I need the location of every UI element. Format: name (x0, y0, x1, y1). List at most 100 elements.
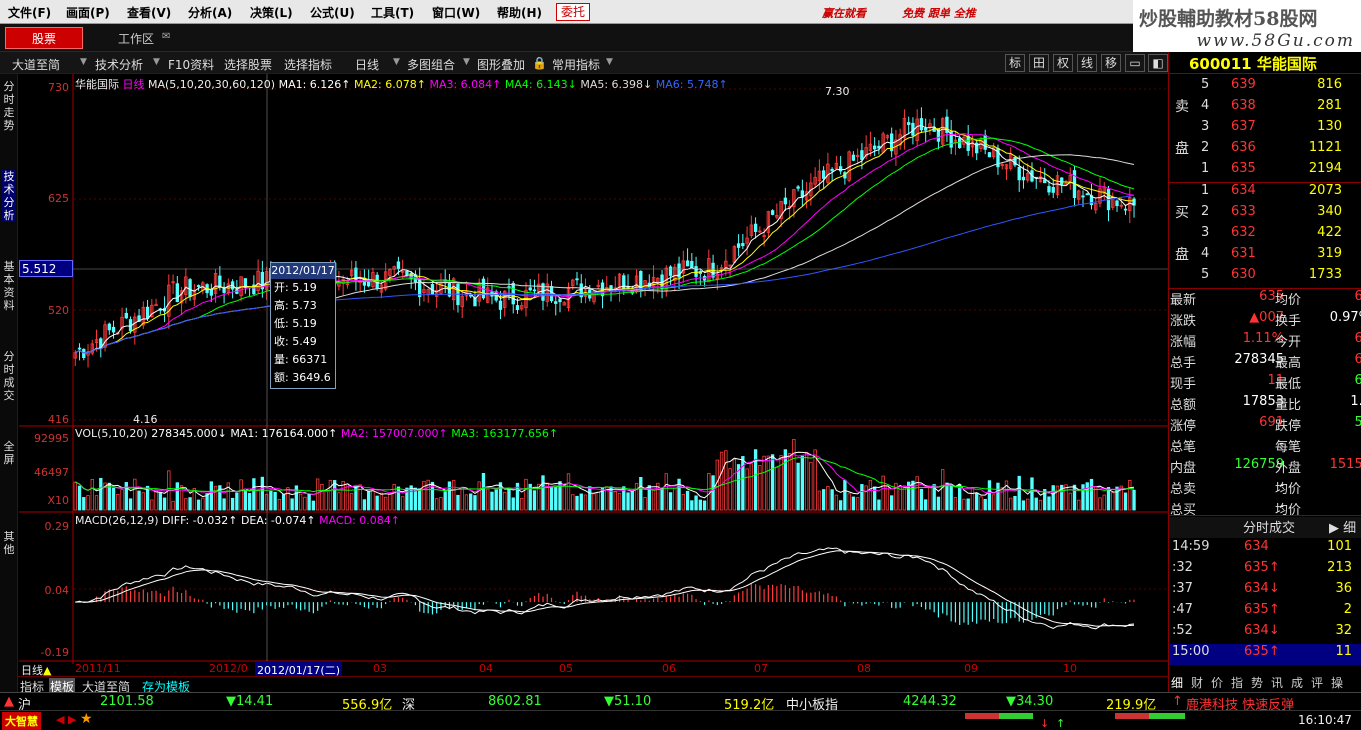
brand-logo[interactable]: 大智慧 (2, 712, 41, 730)
panel-toggle-icon[interactable]: ◧ (1148, 54, 1168, 72)
toolbar-btn-move[interactable]: 移 (1101, 54, 1121, 72)
toolbar-dadao[interactable]: 大道至简 (12, 56, 60, 73)
volume-bar (443, 491, 447, 511)
quote-tab[interactable]: 价 (1211, 674, 1223, 691)
quote-tab[interactable]: 讯 (1271, 674, 1283, 691)
promo-text-1[interactable]: 赢在就看 (822, 5, 866, 21)
quote-tab[interactable]: 操 (1331, 674, 1343, 691)
menu-help[interactable]: 帮助(H) (497, 4, 542, 21)
toolbar-f10[interactable]: F10资料 (168, 56, 214, 73)
candle-body (924, 127, 928, 131)
clock: 16:10:47 (1298, 713, 1352, 727)
dropdown-arrow-icon[interactable]: ▼ (463, 57, 470, 67)
orderbook-sell-row[interactable]: 3 637 130 (1169, 119, 1361, 140)
orderbook-sell-row[interactable]: 5 639 816 (1169, 77, 1361, 98)
volume-bar (639, 477, 643, 511)
star-icon[interactable]: ★ (80, 711, 93, 727)
orderbook-sell-row[interactable]: 2 636 1121 (1169, 140, 1361, 161)
dropdown-arrow-icon[interactable]: ▼ (80, 57, 87, 67)
orderbook-buy-row[interactable]: 1 634 2073 (1169, 183, 1361, 204)
toolbar-btn-grid[interactable]: 田 (1029, 54, 1049, 72)
orderbook-buy-row[interactable]: 3 632 422 (1169, 225, 1361, 246)
toolbar-daily[interactable]: 日线 (355, 56, 379, 73)
kline-chart[interactable]: 华能国际 日线 MA(5,10,20,30,60,120) MA1: 6.126… (19, 74, 1168, 684)
sidenav-fullscreen[interactable]: 全屏 (2, 440, 16, 466)
sidenav-trades[interactable]: 分时成交 (2, 350, 16, 402)
volume-bar (447, 481, 452, 511)
window-restore-icon[interactable]: ▭ (1125, 54, 1145, 72)
toolbar-overlay[interactable]: 图形叠加 (477, 56, 525, 73)
menu-file[interactable]: 文件(F) (8, 4, 51, 21)
volume-bar (541, 475, 545, 511)
date-label: 10 (1063, 662, 1077, 675)
stat-value: - (1311, 436, 1361, 451)
orderbook-buy-row[interactable]: 5 630 1733 (1169, 267, 1361, 288)
menu-window[interactable]: 窗口(W) (432, 4, 480, 21)
menu-decision[interactable]: 决策(L) (250, 4, 293, 21)
menu-view[interactable]: 查看(V) (127, 4, 171, 21)
volume-bar (366, 491, 371, 511)
entrust-button[interactable]: 委托 (556, 3, 590, 21)
menu-analysis[interactable]: 分析(A) (188, 4, 232, 21)
candle-body (1123, 208, 1128, 211)
quote-stat-row: 最新 635均价 64 (1169, 289, 1361, 310)
toolbar-btn-rights[interactable]: 权 (1053, 54, 1073, 72)
ticks-more[interactable]: ▶ 细 (1329, 517, 1356, 536)
sidenav-fundamentals[interactable]: 基本资料 (2, 260, 16, 312)
toolbar-select-indicator[interactable]: 选择指标 (284, 56, 332, 73)
toolbar-select-stock[interactable]: 选择股票 (224, 56, 272, 73)
sidenav-intraday[interactable]: 分时走势 (2, 80, 16, 132)
dropdown-arrow-icon[interactable]: ▼ (606, 57, 613, 67)
quote-tab[interactable]: 财 (1191, 674, 1203, 691)
sh-change: ▼14.41 (226, 694, 274, 709)
volume-bar (588, 486, 592, 511)
sidenav-other[interactable]: 其他 (2, 530, 16, 556)
toolbar-multi-chart[interactable]: 多图组合 (407, 56, 455, 73)
tick-row[interactable]: :52 634↓ 32 (1169, 623, 1361, 644)
ob-price: 634 (1231, 183, 1256, 198)
tick-row[interactable]: :47 635↑ 2 (1169, 602, 1361, 623)
tab-workspace[interactable]: 工作区 (118, 30, 154, 47)
quote-tab[interactable]: 细 (1171, 674, 1183, 691)
nav-arrows-icon[interactable]: ◀ ▶ (56, 713, 76, 726)
legend-ma4: MA4: 6.143↓ (504, 78, 577, 91)
quote-tab[interactable]: 评 (1311, 674, 1323, 691)
orderbook-sell-row[interactable]: 1 635 2194 (1169, 161, 1361, 182)
candle-body (877, 145, 881, 149)
toolbar-btn-line[interactable]: 线 (1077, 54, 1097, 72)
workspace-icon[interactable]: ✉ (162, 31, 170, 42)
dropdown-arrow-icon[interactable]: ▼ (393, 57, 400, 67)
orderbook-sell-row[interactable]: 4 638 281 (1169, 98, 1361, 119)
volume-bar (668, 492, 673, 511)
ticks-title[interactable]: 分时成交 (1243, 517, 1295, 536)
orderbook-buy-row[interactable]: 4 631 319 (1169, 246, 1361, 267)
volume-bar (99, 477, 103, 511)
tab-stock[interactable]: 股票 (5, 27, 83, 49)
tick-row[interactable]: :32 635↑ 213 (1169, 560, 1361, 581)
quote-tab[interactable]: 势 (1251, 674, 1263, 691)
volume-bar (507, 487, 511, 511)
toolbar-btn-mark[interactable]: 标 (1005, 54, 1025, 72)
legend-ma6: MA6: 5.748↑ (655, 78, 728, 91)
dropdown-arrow-icon[interactable]: ▼ (153, 57, 160, 67)
tick-row[interactable]: 14:59 634 101 (1169, 539, 1361, 560)
volume-bar (690, 500, 694, 511)
high-price-mark: 7.30 (825, 85, 850, 98)
quote-tab[interactable]: 成 (1291, 674, 1303, 691)
volume-bar (851, 496, 856, 511)
menu-tools[interactable]: 工具(T) (371, 4, 414, 21)
promo-text-2[interactable]: 免费 跟单 全推 (902, 5, 976, 21)
tick-row[interactable]: :37 634↓ 36 (1169, 581, 1361, 602)
toolbar-tech-analysis[interactable]: 技术分析 (95, 56, 143, 73)
orderbook-buy-row[interactable]: 2 633 340 (1169, 204, 1361, 225)
quote-tab[interactable]: 指 (1231, 674, 1243, 691)
menu-screen[interactable]: 画面(P) (66, 4, 110, 21)
menu-formula[interactable]: 公式(U) (310, 4, 355, 21)
toolbar-common-indicator[interactable]: 常用指标 (552, 56, 600, 73)
sidenav-tech-analysis[interactable]: 技术分析 (2, 170, 16, 222)
volume-bar (609, 486, 613, 511)
lock-icon[interactable]: 🔒 (532, 56, 547, 70)
tick-price-value: 635 (1244, 560, 1269, 575)
stat-label: 换手 (1275, 314, 1302, 329)
tick-row[interactable]: 15:00 635↑ 11 (1169, 644, 1361, 665)
